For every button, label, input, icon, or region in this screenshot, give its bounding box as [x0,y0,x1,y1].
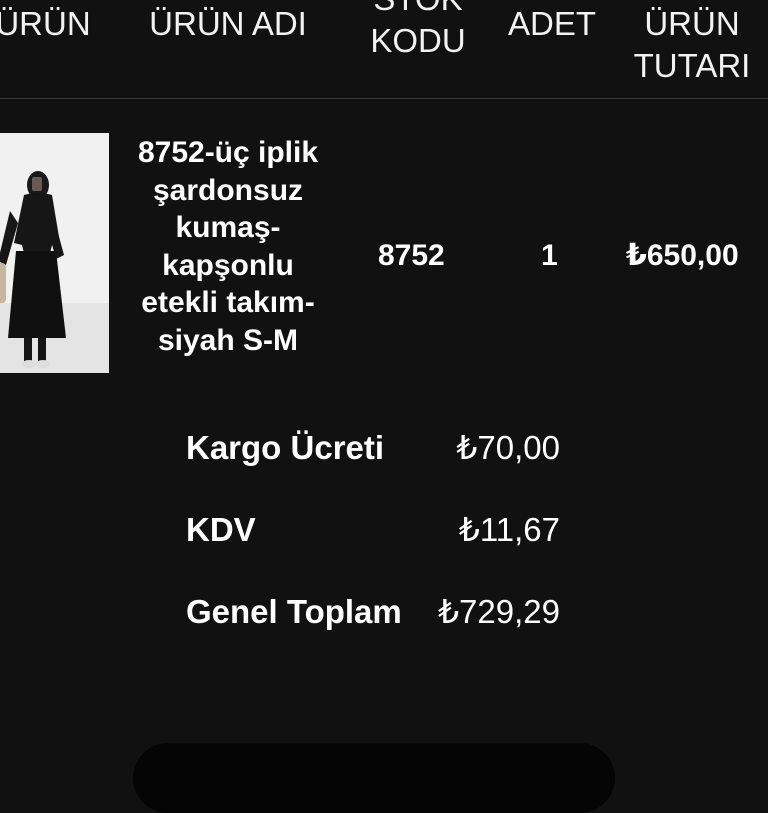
grand-total-label: Genel Toplam [186,593,402,630]
vat-value: ₺11,67 [458,511,560,548]
grand-total-value: ₺729,29 [438,593,560,630]
header-quantity: ADET [507,5,596,42]
table-header: ÜRÜN ÜRÜN ADI STOK KODU ADET ÜRÜN TUTARI [0,0,768,99]
bottom-action-button[interactable] [133,743,615,813]
vat-label: KDV [186,511,256,548]
price-cell: ₺650,00 [626,239,739,272]
header-product-price: ÜRÜN TUTARI [633,5,751,84]
shipping-label: Kargo Ücreti [186,429,385,466]
table-row: 8752-üç iplik şardonsuz kumaş-kapşonlu e… [0,132,768,376]
product-photo-icon [0,133,109,373]
header-stock-code: STOK KODU [370,0,466,59]
header-product: ÜRÜN [0,5,91,42]
quantity-cell: 1 [541,239,558,272]
stock-code-cell: 8752 [378,239,445,272]
header-product-name: ÜRÜN ADI [149,5,307,42]
product-thumbnail[interactable] [0,133,109,373]
product-name[interactable]: 8752-üç iplik şardonsuz kumaş-kapşonlu e… [120,134,336,359]
shipping-value: ₺70,00 [456,429,560,466]
